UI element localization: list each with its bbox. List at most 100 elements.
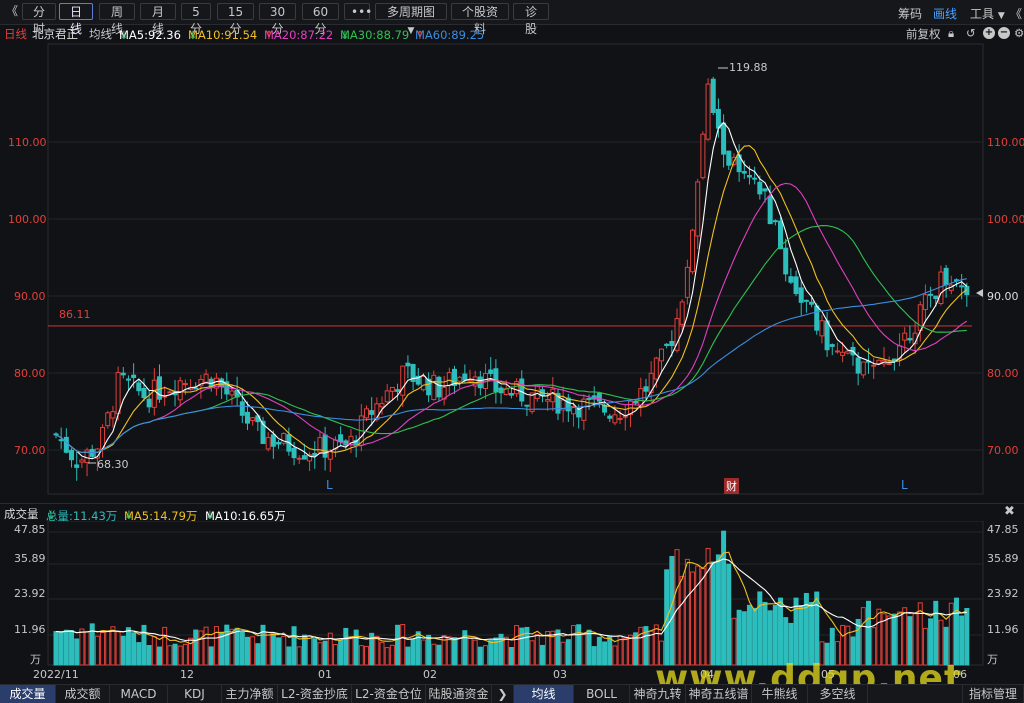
- candle-body: [291, 447, 297, 459]
- collapse-icon[interactable]: 《: [0, 3, 24, 20]
- draw-line-button[interactable]: 画线: [933, 5, 957, 22]
- volume-bar: [477, 646, 483, 666]
- volume-bar: [700, 568, 706, 666]
- volume-bar: [291, 626, 297, 666]
- tab-l2-position[interactable]: L2-资金仓位: [352, 685, 426, 703]
- close-icon[interactable]: ✖: [1004, 504, 1015, 519]
- more-periods-button[interactable]: •••: [344, 3, 372, 20]
- candle-body: [612, 414, 618, 424]
- tab-kdj[interactable]: KDJ: [168, 685, 222, 703]
- volume-bar: [120, 635, 126, 666]
- marker-l[interactable]: L: [901, 478, 908, 492]
- volume-bar: [741, 611, 747, 666]
- volume-bar: [539, 644, 545, 666]
- tab-l2-bottom[interactable]: L2-资金抄底: [278, 685, 352, 703]
- volume-bar: [146, 645, 152, 666]
- volume-bar: [198, 630, 204, 666]
- volume-bar: [488, 640, 494, 666]
- tab-ma[interactable]: 均线: [514, 685, 574, 703]
- candle-body: [125, 378, 131, 381]
- marker-l[interactable]: L: [326, 478, 333, 492]
- tab-turnover[interactable]: 成交额: [56, 685, 110, 703]
- zoom-in-icon[interactable]: +: [983, 27, 995, 39]
- diagnose-button[interactable]: 诊股: [513, 3, 549, 36]
- tab-five-lines[interactable]: 神奇五线谱: [686, 685, 752, 703]
- candle-body: [933, 295, 939, 300]
- volume-bar: [736, 609, 742, 666]
- price-tick-left: 80.00: [14, 367, 46, 380]
- volume-bar: [721, 530, 727, 666]
- multi-period-button[interactable]: 多周期图 ▼: [375, 3, 447, 36]
- tab-boll[interactable]: BOLL: [574, 685, 630, 703]
- tab-bull-bear[interactable]: 牛熊线: [752, 685, 808, 703]
- volume-bar: [343, 627, 349, 666]
- tab-5min[interactable]: 5分: [181, 3, 211, 36]
- volume-bar: [301, 634, 307, 666]
- volume-bar: [933, 600, 939, 666]
- volume-bar: [622, 637, 628, 666]
- volume-tick-right: 23.92: [987, 587, 1019, 600]
- stock-profile-button[interactable]: 个股资料: [451, 3, 509, 36]
- tab-daily[interactable]: 日线: [59, 3, 93, 36]
- tab-long-short[interactable]: 多空线: [808, 685, 868, 703]
- volume-chart[interactable]: [0, 521, 1024, 667]
- price-tick-right: 70.00: [987, 444, 1019, 457]
- candle-body: [74, 464, 80, 468]
- lock-icon[interactable]: 🔒︎: [948, 26, 954, 41]
- tab-macd[interactable]: MACD: [110, 685, 168, 703]
- down-arrow-icon: ↓: [124, 508, 134, 522]
- price-tick-left: 110.00: [8, 136, 47, 149]
- candle-body: [684, 266, 690, 298]
- candle-body: [752, 177, 758, 180]
- volume-bar: [684, 558, 690, 666]
- tab-15min[interactable]: 15分: [217, 3, 254, 36]
- down-arrow-icon: ↓: [205, 508, 215, 522]
- tab-volume[interactable]: 成交量: [0, 685, 56, 703]
- candle-body: [182, 383, 188, 386]
- candle-body: [431, 374, 437, 401]
- candle-body: [669, 340, 675, 347]
- tab-30min[interactable]: 30分: [259, 3, 296, 36]
- candle-body: [270, 434, 276, 447]
- adjust-mode[interactable]: 前复权: [906, 26, 941, 42]
- tab-scroll-right-icon[interactable]: ❯: [492, 685, 514, 703]
- tab-monthly[interactable]: 月线: [140, 3, 176, 36]
- volume-bar: [286, 646, 292, 666]
- candle-body: [943, 267, 949, 286]
- candle-body: [63, 436, 69, 453]
- volume-bar: [503, 636, 509, 666]
- date-tick: 2022/11: [33, 668, 79, 681]
- down-arrow-icon: ↓: [119, 28, 129, 42]
- candle-body: [69, 449, 75, 461]
- candlestick-chart[interactable]: [0, 42, 1024, 502]
- tab-td9[interactable]: 神奇九转: [630, 685, 686, 703]
- volume-title[interactable]: 成交量: [4, 506, 39, 522]
- volume-bar: [648, 630, 654, 666]
- tab-minute[interactable]: 分时: [22, 3, 56, 36]
- settings-icon[interactable]: ⚙: [1014, 26, 1024, 40]
- rotate-icon[interactable]: ↺: [966, 26, 976, 40]
- tab-weekly[interactable]: 周线: [99, 3, 135, 36]
- chips-button[interactable]: 筹码: [898, 5, 922, 22]
- indicator-manage-button[interactable]: 指标管理: [962, 685, 1024, 703]
- candle-body: [653, 357, 659, 380]
- volume-bar: [105, 630, 111, 666]
- tab-60min[interactable]: 60分: [302, 3, 339, 36]
- indicator-info-bar: 日线 北京君正 均线 MA5:92.36 ↓ MA10:91.54 ↓ MA20:8…: [0, 24, 1024, 42]
- candle-body: [369, 410, 375, 415]
- collapse-right-icon[interactable]: 《: [1010, 5, 1022, 22]
- volume-bar: [612, 645, 618, 666]
- up-arrow-icon: ↑: [415, 28, 425, 42]
- tools-button[interactable]: 工具 ▼: [970, 5, 1005, 22]
- ma-label[interactable]: 均线: [89, 26, 112, 42]
- volume-bar: [726, 563, 732, 666]
- tab-main-net[interactable]: 主力净额: [222, 685, 278, 703]
- tab-northbound[interactable]: 陆股通资金: [426, 685, 492, 703]
- volume-bar: [607, 635, 613, 666]
- date-tick: 12: [180, 668, 194, 681]
- volume-tick-left: 35.89: [14, 552, 46, 565]
- volume-bar: [602, 641, 608, 666]
- financial-report-marker[interactable]: 财: [724, 478, 739, 494]
- candle-body: [265, 437, 271, 450]
- zoom-out-icon[interactable]: −: [998, 27, 1010, 39]
